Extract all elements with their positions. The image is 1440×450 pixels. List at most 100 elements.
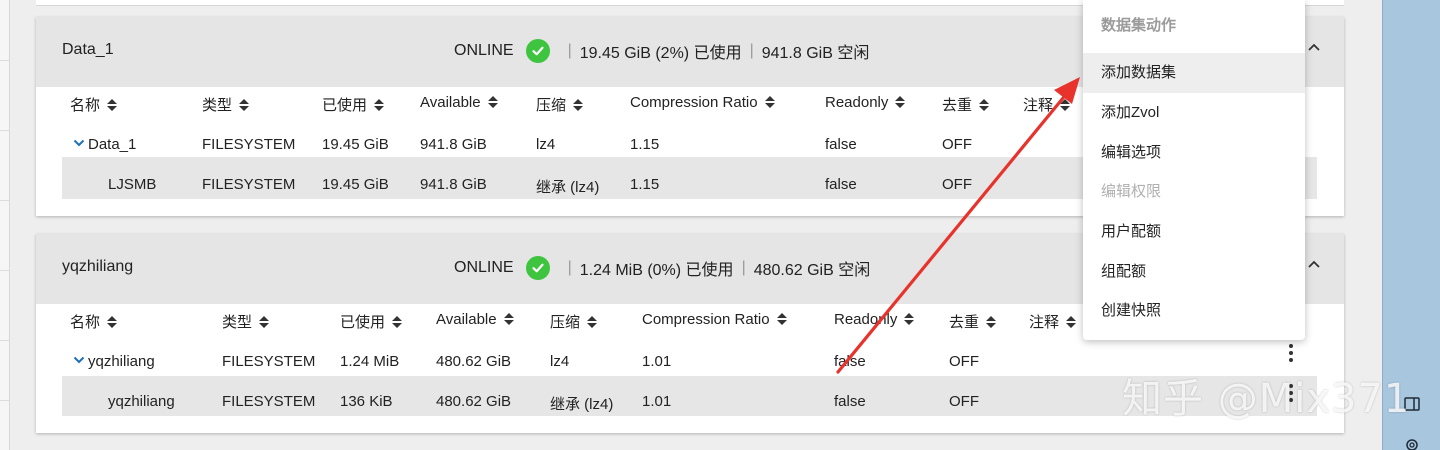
dataset-available: 480.62 GiB [436, 393, 512, 410]
sort-icon [107, 99, 118, 111]
dataset-type: FILESYSTEM [222, 393, 316, 410]
sort-icon [487, 96, 498, 108]
dataset-type: FILESYSTEM [222, 353, 316, 370]
column-header-type[interactable]: 类型 [202, 94, 250, 115]
dataset-ratio: 1.01 [642, 393, 672, 410]
separator: | [741, 259, 746, 276]
menu-item-create-snapshot[interactable]: 创建快照 [1083, 291, 1305, 331]
pool-used: 19.45 GiB (2%) 已使用 [579, 45, 742, 62]
check-circle-icon [525, 256, 550, 280]
status-text: ONLINE [454, 42, 514, 59]
chevron-down-icon[interactable] [73, 354, 85, 366]
sort-icon [776, 313, 787, 325]
sort-icon [503, 313, 514, 325]
kebab-icon[interactable] [1288, 344, 1294, 364]
dataset-compression: lz4 [550, 353, 570, 370]
separator: | [749, 42, 754, 59]
dataset-compression: lz4 [536, 136, 556, 153]
dataset-name[interactable]: yqzhiliang [73, 353, 155, 370]
dataset-used: 19.45 GiB [322, 136, 389, 153]
sort-icon [764, 96, 775, 108]
dataset-ratio: 1.15 [630, 136, 660, 153]
menu-item-edit-permissions: 编辑权限 [1101, 183, 1162, 200]
dataset-readonly: false [834, 353, 866, 370]
column-header-available[interactable]: Available [420, 94, 498, 111]
dataset-readonly: false [825, 176, 857, 193]
dataset-name[interactable]: yqzhiliang [108, 393, 175, 410]
dataset-ratio: 1.15 [630, 176, 660, 193]
dataset-available: 941.8 GiB [420, 136, 487, 153]
dataset-dedup: OFF [949, 353, 979, 370]
column-header-readonly[interactable]: Readonly [834, 311, 915, 328]
menu-item-add-zvol[interactable]: 添加Zvol [1083, 93, 1305, 133]
dataset-name[interactable]: LJSMB [108, 176, 156, 193]
dataset-available: 941.8 GiB [420, 176, 487, 193]
dataset-compression: 继承 (lz4) [550, 396, 614, 413]
sort-icon [239, 99, 250, 111]
separator: | [567, 42, 572, 59]
column-header-type[interactable]: 类型 [222, 311, 270, 332]
status-text: ONLINE [454, 259, 514, 276]
dataset-used: 19.45 GiB [322, 176, 389, 193]
dataset-dedup: OFF [942, 176, 972, 193]
pool-name: Data_1 [62, 41, 114, 58]
chevron-up-icon[interactable] [1306, 39, 1322, 55]
column-header-compression-ratio[interactable]: Compression Ratio [642, 311, 787, 328]
sort-icon [979, 99, 990, 111]
pool-name: yqzhiliang [62, 258, 134, 275]
dataset-readonly: false [825, 136, 857, 153]
pool-status: ONLINE | 19.45 GiB (2%) 已使用 | 941.8 GiB … [454, 39, 869, 63]
separator: | [567, 259, 572, 276]
sort-icon [904, 313, 915, 325]
sort-icon [374, 99, 385, 111]
column-header-used[interactable]: 已使用 [340, 311, 403, 332]
sort-icon [895, 96, 906, 108]
pool-status: ONLINE | 1.24 MiB (0%) 已使用 | 480.62 GiB … [454, 256, 870, 280]
column-header-available[interactable]: Available [436, 311, 514, 328]
column-header-compression-ratio[interactable]: Compression Ratio [630, 94, 775, 111]
chevron-up-icon[interactable] [1306, 256, 1322, 272]
sort-icon [587, 316, 598, 328]
dataset-ratio: 1.01 [642, 353, 672, 370]
column-header-used[interactable]: 已使用 [322, 94, 385, 115]
gear-icon[interactable] [1403, 436, 1421, 450]
dataset-name[interactable]: Data_1 [73, 136, 136, 153]
column-header-dedup[interactable]: 去重 [949, 311, 997, 332]
column-header-comments[interactable]: 注释 [1029, 311, 1077, 332]
pool-free: 941.8 GiB 空闲 [761, 45, 870, 62]
column-header-name[interactable]: 名称 [70, 311, 118, 332]
sort-icon [259, 316, 270, 328]
pool-free: 480.62 GiB 空闲 [753, 262, 871, 279]
sort-icon [107, 316, 118, 328]
dataset-readonly: false [834, 393, 866, 410]
sort-icon [573, 99, 584, 111]
menu-item-user-quotas[interactable]: 用户配额 [1083, 212, 1305, 252]
dataset-type: FILESYSTEM [202, 136, 296, 153]
menu-item-edit-options[interactable]: 编辑选项 [1083, 133, 1305, 173]
column-header-dedup[interactable]: 去重 [942, 94, 990, 115]
column-header-readonly[interactable]: Readonly [825, 94, 906, 111]
menu-header: 数据集动作 [1101, 17, 1177, 34]
dataset-used: 136 KiB [340, 393, 393, 410]
dataset-type: FILESYSTEM [202, 176, 296, 193]
dataset-available: 480.62 GiB [436, 353, 512, 370]
dataset-used: 1.24 MiB [340, 353, 400, 370]
dataset-dedup: OFF [949, 393, 979, 410]
menu-item-group-quotas[interactable]: 组配额 [1083, 252, 1305, 292]
sort-icon [1060, 99, 1071, 111]
sort-icon [392, 316, 403, 328]
column-header-comments[interactable]: 注释 [1023, 94, 1071, 115]
check-circle-icon [525, 39, 550, 63]
menu-item-add-dataset[interactable]: 添加数据集 [1083, 53, 1305, 93]
pool-used: 1.24 MiB (0%) 已使用 [579, 262, 734, 279]
sort-icon [986, 316, 997, 328]
dataset-dedup: OFF [942, 136, 972, 153]
dataset-actions-menu: 数据集动作 添加数据集 添加Zvol 编辑选项 编辑权限 用户配额 组配额 创建… [1083, 0, 1305, 340]
column-header-name[interactable]: 名称 [70, 94, 118, 115]
sort-icon [1066, 316, 1077, 328]
chevron-down-icon[interactable] [73, 137, 85, 149]
column-header-compression[interactable]: 压缩 [550, 311, 598, 332]
dataset-compression: 继承 (lz4) [536, 179, 600, 196]
watermark: 知乎 @Mix371 [1122, 376, 1411, 422]
column-header-compression[interactable]: 压缩 [536, 94, 584, 115]
